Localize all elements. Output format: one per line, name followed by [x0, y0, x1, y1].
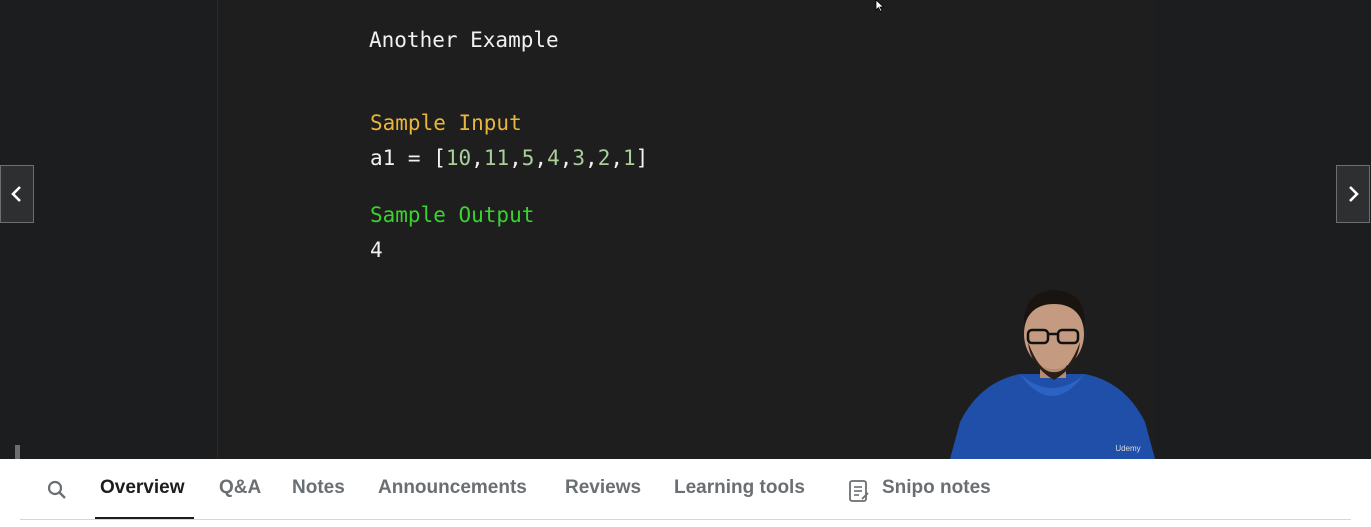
instructor-video: Udemy	[950, 282, 1155, 459]
input-close-bracket: ]	[635, 146, 649, 170]
input-variable: a1 = [	[370, 146, 446, 170]
sample-output-value: 4	[370, 238, 383, 262]
search-icon[interactable]	[46, 479, 68, 501]
sample-output-label: Sample Output	[370, 203, 535, 227]
tab-learning-tools[interactable]: Learning tools	[674, 477, 805, 499]
udemy-watermark: Udemy	[1115, 444, 1140, 453]
tab-announcements[interactable]: Announcements	[378, 477, 527, 499]
tabs-divider	[20, 519, 1351, 520]
next-lecture-button[interactable]	[1336, 165, 1370, 223]
sample-input-code: a1 = [10,11,5,4,3,2,1]	[370, 146, 649, 170]
input-value: 1	[623, 146, 636, 170]
notes-icon	[849, 480, 869, 502]
tab-overview[interactable]: Overview	[100, 477, 185, 499]
input-value: 3	[572, 146, 586, 170]
tab-notes[interactable]: Notes	[292, 477, 345, 499]
course-tabs-bar: Overview Q&A Notes Announcements Reviews…	[0, 459, 1371, 527]
input-value: 11	[483, 146, 510, 170]
sample-input-label: Sample Input	[370, 111, 522, 135]
input-value: 4	[547, 146, 560, 170]
mouse-cursor-icon	[875, 0, 885, 12]
tab-snipo-notes[interactable]: Snipo notes	[882, 477, 991, 499]
previous-lecture-button[interactable]	[0, 165, 34, 223]
instructor-webcam: Udemy	[950, 282, 1155, 459]
slide-title: Another Example	[369, 28, 559, 52]
input-value: 10	[445, 146, 472, 170]
input-value: 5	[521, 146, 535, 170]
chevron-right-icon	[1349, 186, 1359, 202]
tab-qa[interactable]: Q&A	[219, 477, 261, 499]
progress-handle[interactable]	[15, 445, 20, 459]
chevron-left-icon	[11, 186, 21, 202]
video-player[interactable]: Another Example Sample Input a1 = [10,11…	[0, 0, 1371, 459]
tab-reviews[interactable]: Reviews	[565, 477, 641, 499]
input-value: 2	[597, 146, 611, 170]
